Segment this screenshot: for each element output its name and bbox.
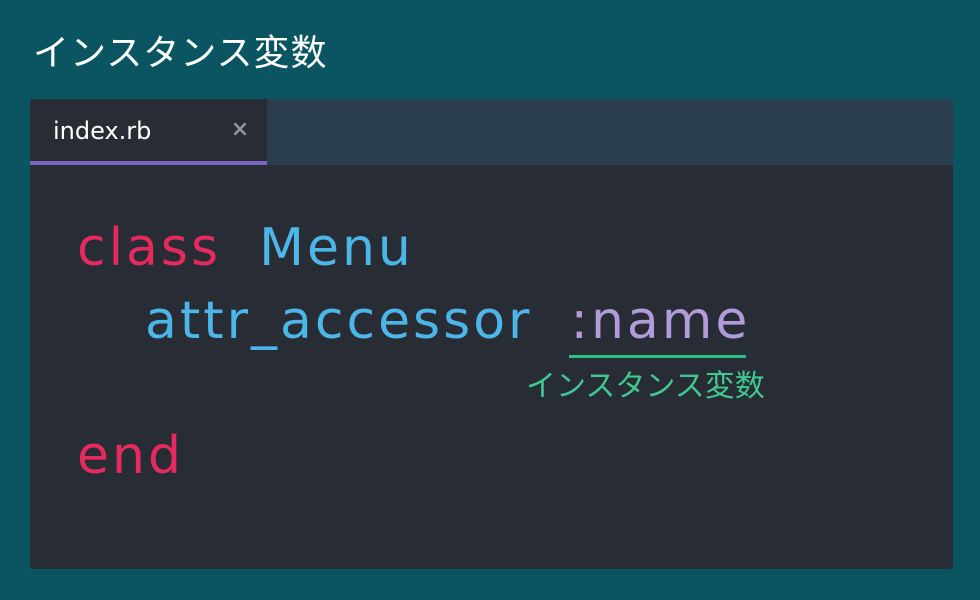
page-title: インスタンス変数	[33, 33, 328, 74]
code-area[interactable]: class Menu attr_accessor :name インスタンス変数 en…	[30, 165, 953, 569]
tab-label: index.rb	[53, 117, 152, 145]
keyword-end: end	[77, 426, 184, 486]
annotation-label: インスタンス変数	[526, 369, 765, 404]
symbol-name: :name	[570, 291, 751, 351]
code-line-2: attr_accessor :name	[145, 291, 750, 351]
close-icon[interactable]: ×	[228, 118, 252, 142]
code-line-1: class Menu	[77, 218, 414, 278]
code-line-3: end	[77, 426, 184, 486]
class-name: Menu	[259, 218, 414, 278]
tab-bar: index.rb ×	[30, 99, 953, 165]
method-attr-accessor: attr_accessor	[145, 291, 533, 351]
keyword-class: class	[77, 218, 222, 278]
tab-index-rb[interactable]: index.rb ×	[30, 99, 267, 165]
code-editor: index.rb × class Menu attr_accessor :name …	[30, 99, 953, 569]
annotation-underline	[569, 355, 746, 358]
